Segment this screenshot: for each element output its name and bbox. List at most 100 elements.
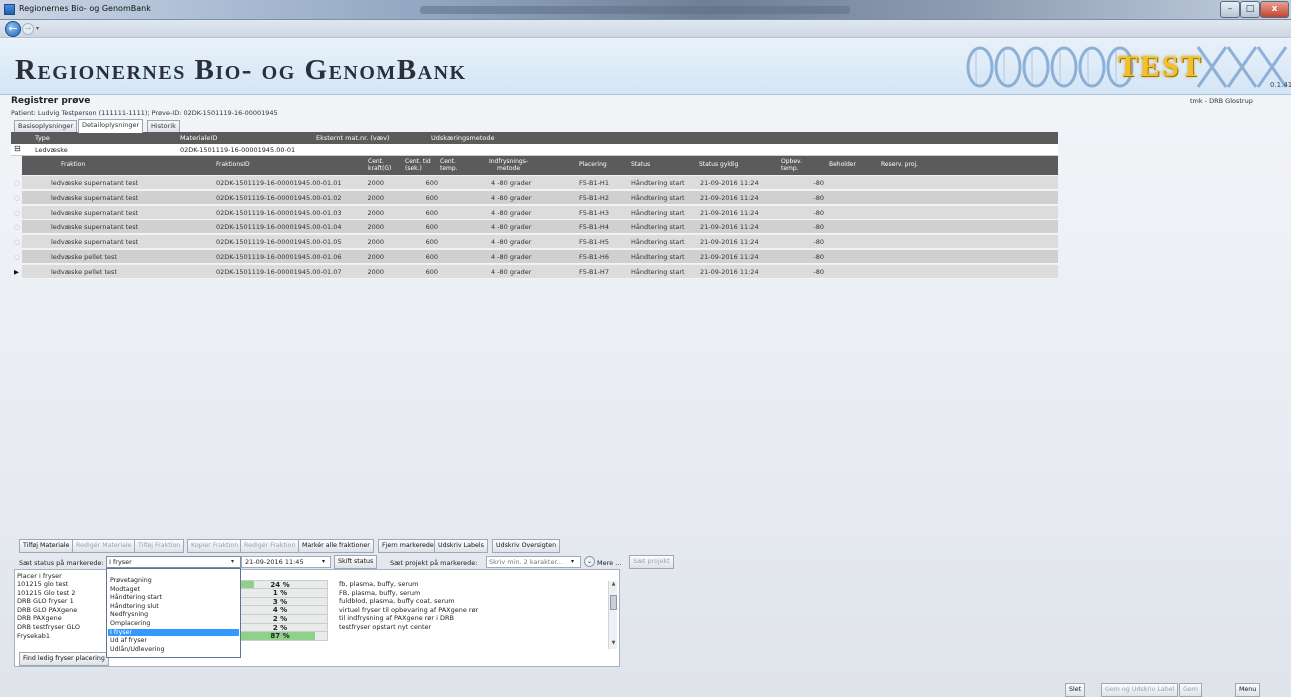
column-header-cent-temp[interactable]: Cent. temp. [440, 158, 462, 172]
toolbar-button-0[interactable]: Tilføj Materiale [19, 539, 74, 553]
cent-tid: 600 [425, 253, 438, 261]
column-header-reserv-proj[interactable]: Reserv. proj. [881, 161, 918, 169]
save-button[interactable]: Gem [1179, 683, 1202, 697]
minimize-button[interactable]: – [1220, 1, 1240, 18]
freezer-item[interactable]: DRB GLO PAXgene [17, 606, 77, 614]
status-select[interactable]: I fryser [106, 556, 241, 568]
column-header-cent-kraft[interactable]: Cent. kraft(G) [368, 158, 398, 172]
history-dropdown-icon[interactable]: ▾ [36, 25, 39, 32]
freezer-item[interactable]: Frysekab1 [17, 632, 50, 640]
status-option[interactable]: Prøvetagning [108, 577, 239, 585]
status-option[interactable]: Udlån/Udlevering [108, 646, 239, 654]
freezer-item[interactable]: DRB GLO fryser 1 [17, 597, 74, 605]
parent-material-row[interactable]: ⊟ Ledvæske 02DK-1501119-16-00001945.00-0… [11, 144, 1058, 156]
row-selector-icon[interactable]: ○ [14, 223, 20, 231]
test-environment-badge: TEST [1118, 50, 1203, 83]
fraction-row[interactable]: ○ ledvæske supernatant test 02DK-1501119-1… [14, 220, 1058, 235]
column-header-materialeid[interactable]: MaterialeID [180, 134, 217, 142]
row-selector-icon[interactable]: ○ [14, 194, 20, 202]
cent-tid: 600 [425, 208, 438, 217]
freezing-method: 4 -80 grader [491, 208, 532, 217]
scroll-thumb[interactable] [610, 595, 617, 610]
column-header-opbev-temp[interactable]: Opbev. temp. [781, 158, 809, 172]
tab-basisoplysninger[interactable]: Basisoplysninger [14, 120, 78, 132]
toolbar-button-5[interactable]: Markér alle fraktioner [298, 539, 374, 553]
column-header-beholder[interactable]: Beholder [829, 161, 856, 169]
status-option[interactable]: Omplacering [108, 620, 239, 628]
status-option[interactable]: Modtaget [108, 586, 239, 594]
toolbar-button-1[interactable]: Redigér Materiale [72, 539, 136, 553]
fraction-row[interactable]: ○ ledvæske supernatant test 02DK-1501119-1… [14, 176, 1058, 190]
column-header-type[interactable]: Type [35, 134, 50, 142]
back-button[interactable]: ← [5, 21, 21, 37]
title-fade [420, 6, 850, 14]
row-selector-icon[interactable]: ○ [14, 209, 20, 217]
fraction-row[interactable]: ○ ledvæske supernatant test 02DK-1501119-1… [14, 235, 1058, 250]
material-type: Ledvæske [35, 146, 68, 154]
column-header-indfrysningsmetode[interactable]: Indfrysnings-metode [481, 158, 536, 172]
toolbar-button-7[interactable]: Udskriv Labels [434, 539, 488, 553]
freezer-description: fb, plasma, buffy, serum [339, 580, 419, 588]
saet-projekt-button[interactable]: Sæt projekt [629, 555, 674, 569]
fraction-row[interactable]: ○ ledvæske pellet test 02DK-1501119-16-000… [14, 250, 1058, 264]
chevron-down-icon[interactable]: ▾ [231, 556, 234, 568]
status-option[interactable]: I fryser [108, 628, 239, 637]
delete-button[interactable]: Slet [1065, 683, 1086, 697]
column-header-cent-tid[interactable]: Cent. tid (sek.) [405, 158, 433, 172]
column-header-fraktion[interactable]: Fraktion [61, 161, 85, 169]
column-header-fraktionsid[interactable]: FraktionsID [216, 161, 250, 169]
toolbar-button-6[interactable]: Fjern markerede [378, 539, 438, 553]
freezing-method: 4 -80 grader [491, 267, 532, 276]
close-button[interactable]: x [1260, 1, 1289, 18]
storage-temp: -80 [813, 238, 824, 247]
column-header-placering[interactable]: Placering [579, 161, 607, 169]
status-option[interactable]: Håndtering start [108, 594, 239, 602]
toolbar-button-3[interactable]: Kopier Fraktion [187, 539, 243, 553]
column-header-eksternt-matnr[interactable]: Eksternt mat.nr. (væv) [316, 134, 390, 142]
app-icon [4, 4, 15, 15]
freezer-description: fuldblod, plasma, buffy coat, serum [339, 597, 455, 606]
description-scrollbar[interactable]: ▲ ▼ [608, 581, 617, 649]
fraction-row[interactable]: ▶ ledvæske pellet test 02DK-1501119-16-000… [14, 264, 1058, 279]
status-date-field[interactable]: 21-09-2016 11:45 [241, 556, 331, 568]
column-header-udskaeringsmetode[interactable]: Udskæringsmetode [431, 134, 495, 142]
project-dropdown-icon[interactable]: ▾ [571, 556, 574, 568]
freezer-item[interactable]: 101215 Glo test 2 [17, 589, 75, 597]
status-valid-date: 21-09-2016 11:24 [700, 208, 759, 217]
save-and-print-label-button[interactable]: Gem og Udskriv Label [1101, 683, 1179, 697]
toolbar-button-4[interactable]: Redigér Fraktion [240, 539, 300, 553]
current-row-marker-icon[interactable]: ▶ [14, 268, 19, 276]
column-header-status-gyldig[interactable]: Status gyldig [699, 161, 738, 169]
fraction-row[interactable]: ○ ledvæske supernatant test 02DK-1501119-1… [14, 205, 1058, 220]
cent-tid: 600 [425, 223, 438, 232]
date-picker-icon[interactable]: ▾ [322, 556, 325, 568]
skift-status-button[interactable]: Skift status [334, 555, 378, 569]
column-header-status[interactable]: Status [631, 161, 650, 169]
more-link[interactable]: Mere ... [597, 559, 621, 567]
maximize-button[interactable]: □ [1240, 1, 1260, 18]
fraction-row[interactable]: ○ ledvæske supernatant test 02DK-1501119-1… [14, 190, 1058, 205]
freezer-item[interactable]: DRB PAXgene [17, 614, 62, 622]
more-chevron-icon[interactable]: ⌄ [584, 556, 595, 567]
status-option[interactable]: Håndtering slut [108, 603, 239, 611]
freezer-item[interactable]: 101215 glo test [17, 580, 68, 588]
collapse-icon[interactable]: ⊟ [14, 144, 21, 153]
row-selector-icon[interactable]: ○ [14, 253, 20, 261]
storage-temp: -80 [813, 208, 824, 217]
menu-button[interactable]: Menu [1235, 683, 1261, 697]
find-freezer-placement-button[interactable]: Find ledig fryser placering [19, 652, 109, 666]
status-option[interactable]: Ud af fryser [108, 637, 239, 645]
status-option[interactable]: Nedfrysning [108, 611, 239, 619]
scroll-down-icon[interactable]: ▼ [609, 640, 618, 646]
scroll-up-icon[interactable]: ▲ [609, 581, 618, 587]
row-selector-icon[interactable]: ○ [14, 238, 20, 246]
toolbar-button-8[interactable]: Udskriv Oversigten [492, 539, 561, 553]
tab-detailoplysninger[interactable]: Detailoplysninger [78, 119, 144, 133]
freezer-item[interactable]: DRB testfryser GLO [17, 623, 80, 631]
tab-historik[interactable]: Historik [147, 120, 180, 132]
toolbar-button-2[interactable]: Tilføj Fraktion [134, 539, 185, 553]
row-selector-icon[interactable]: ○ [14, 179, 20, 187]
forward-button[interactable]: → [22, 23, 34, 35]
status-valid-date: 21-09-2016 11:24 [700, 238, 759, 247]
project-search-input[interactable]: Skriv min. 2 karakter... [486, 556, 581, 568]
